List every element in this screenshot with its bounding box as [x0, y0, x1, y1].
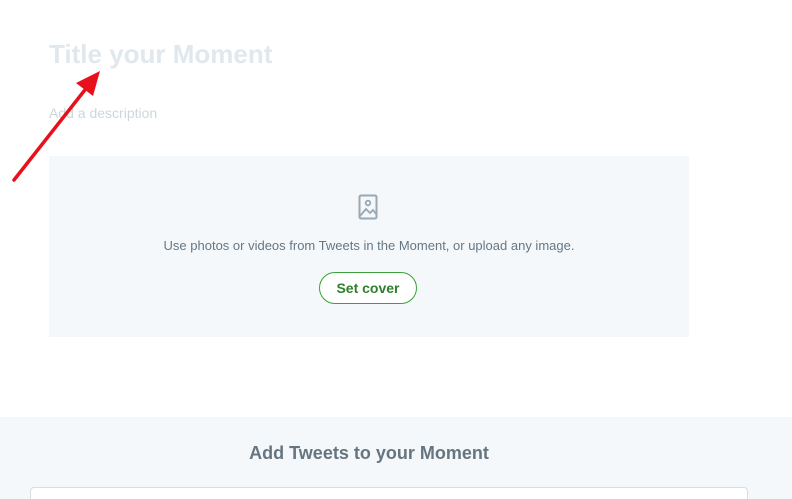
- moment-description-input[interactable]: [49, 102, 689, 124]
- cover-hint-text: Use photos or videos from Tweets in the …: [163, 238, 575, 253]
- moment-title-input[interactable]: [49, 34, 689, 74]
- tweets-search-field[interactable]: [30, 487, 748, 499]
- add-tweets-heading: Add Tweets to your Moment: [249, 443, 489, 463]
- photo-icon: [358, 194, 378, 220]
- set-cover-button[interactable]: Set cover: [319, 272, 417, 304]
- moment-editor: Use photos or videos from Tweets in the …: [0, 0, 792, 499]
